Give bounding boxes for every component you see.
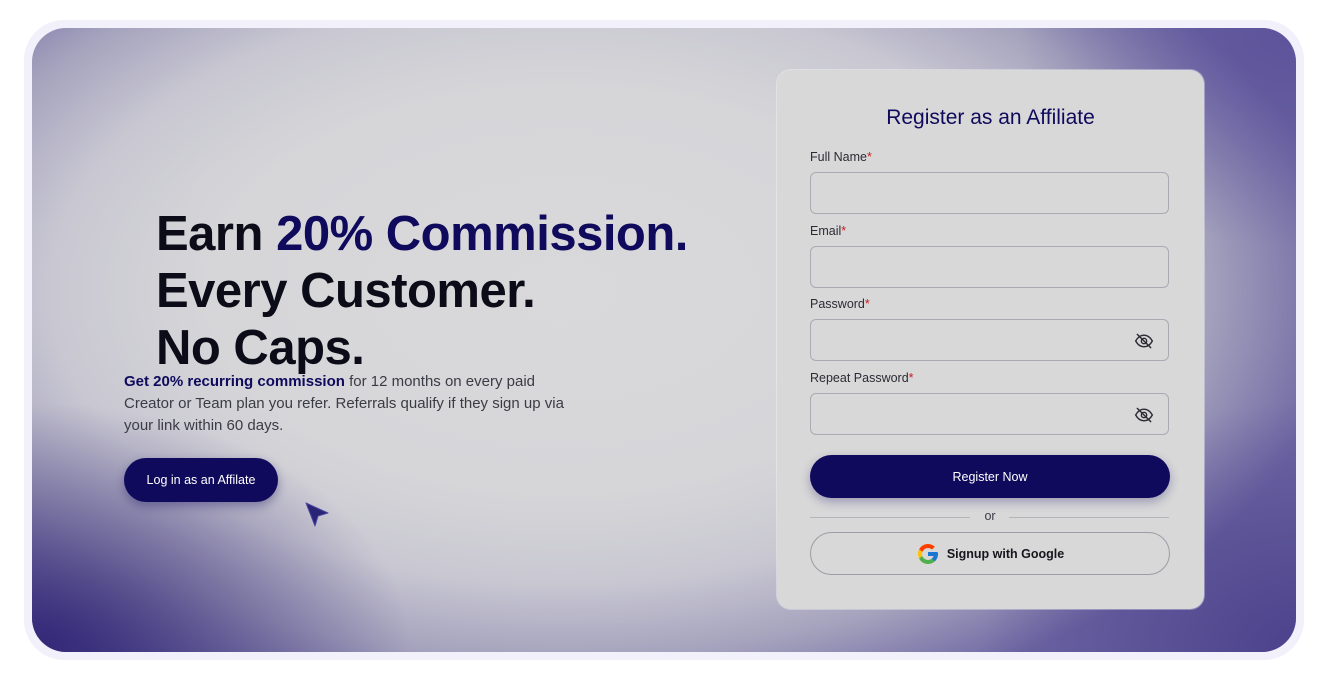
login-affiliate-button[interactable]: Log in as an Affilate (124, 458, 278, 502)
repeat-password-label: Repeat Password* (810, 371, 914, 385)
headline-prefix: Earn (156, 207, 277, 261)
repeat-password-input[interactable] (810, 393, 1169, 435)
divider-or-text: or (984, 509, 996, 523)
description-highlight: Get 20% recurring commission (124, 373, 345, 390)
google-logo-icon (917, 543, 938, 564)
required-marker: * (866, 150, 872, 164)
password-input[interactable] (810, 319, 1169, 361)
headline-line-3: No Caps. (156, 321, 365, 375)
full-name-label: Full Name* (810, 150, 872, 164)
email-input[interactable] (810, 246, 1169, 288)
required-marker: * (841, 224, 847, 238)
cursor-arrow-icon (305, 502, 329, 527)
hero-headline: Earn 20% Commission. Every Customer. No … (156, 206, 688, 377)
password-label: Password* (810, 297, 870, 311)
headline-line-2: Every Customer. (156, 264, 536, 318)
google-button-label: Signup with Google (946, 546, 1065, 561)
register-now-button[interactable]: Register Now (810, 455, 1170, 498)
full-name-input[interactable] (810, 172, 1169, 214)
form-title: Register as an Affiliate (886, 106, 1095, 129)
register-form-card: Register as an Affiliate Full Name* Emai… (777, 70, 1204, 609)
hero-description: Get 20% recurring commission for 12 mont… (124, 371, 564, 437)
headline-accent: 20% Commission. (276, 207, 688, 261)
divider-line-right (1009, 517, 1169, 518)
eye-off-icon[interactable] (1134, 331, 1154, 351)
eye-off-icon[interactable] (1134, 405, 1154, 425)
required-marker: * (908, 371, 914, 385)
required-marker: * (864, 297, 870, 311)
signup-google-button[interactable]: Signup with Google (810, 532, 1170, 575)
email-label: Email* (810, 224, 847, 238)
